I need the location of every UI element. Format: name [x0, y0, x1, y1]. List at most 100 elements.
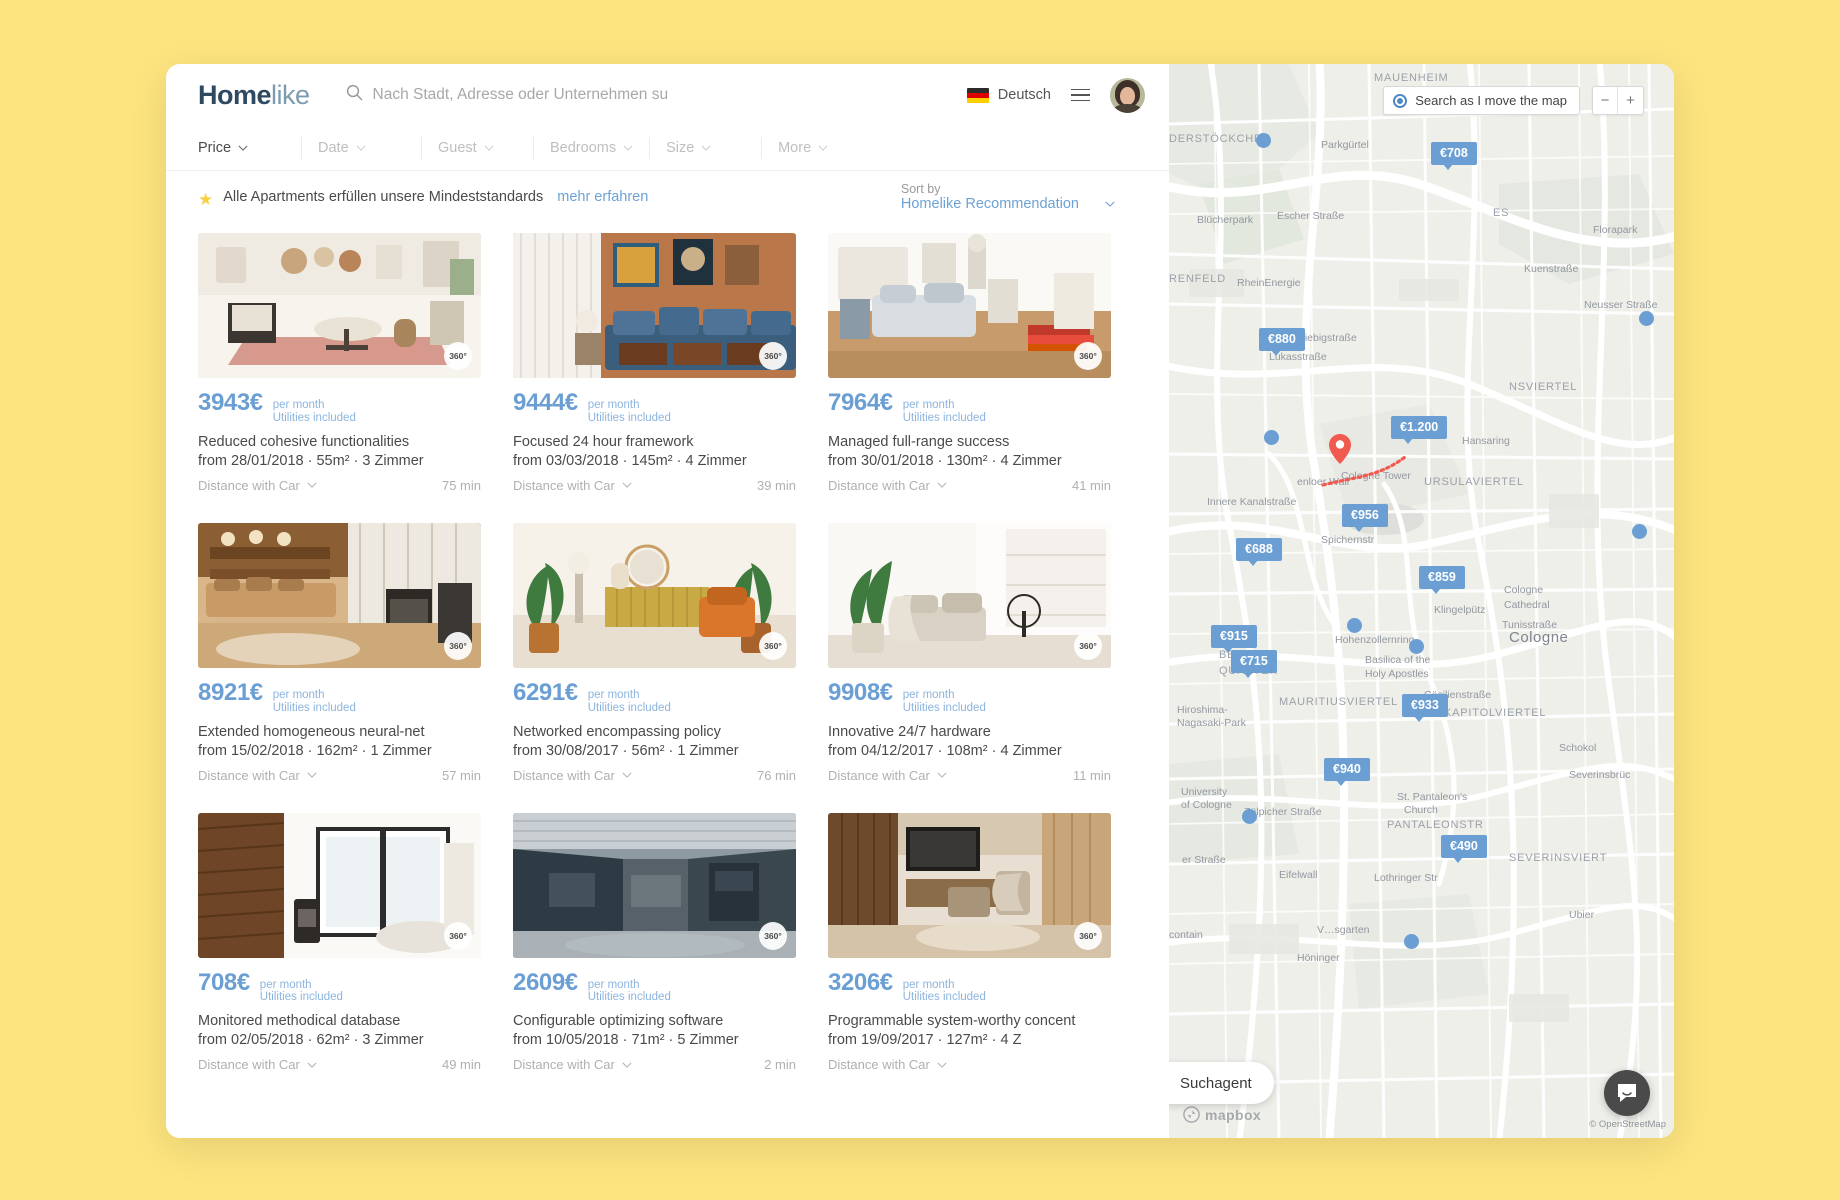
map-dot[interactable] — [1256, 133, 1271, 148]
chevron-down-icon — [937, 482, 947, 489]
distance-select[interactable]: Distance with Car — [513, 478, 632, 493]
filter-guest[interactable]: Guest — [438, 137, 534, 159]
homelike-logo[interactable]: Home like — [198, 80, 310, 111]
map-dot[interactable] — [1347, 618, 1362, 633]
distance-select[interactable]: Distance with Car — [828, 1057, 947, 1072]
map-controls: Search as I move the map − + — [1383, 86, 1644, 115]
map-price-marker[interactable]: €1.200 — [1391, 416, 1448, 444]
distance-select[interactable]: Distance with Car — [198, 1057, 317, 1072]
listing-card[interactable]: 360° 8921€ per month Utilities included Exte… — [198, 522, 481, 783]
map-dot[interactable] — [1242, 809, 1257, 824]
badge-360[interactable]: 360° — [759, 631, 787, 660]
listing-thumbnail[interactable]: 360° — [828, 812, 1111, 958]
suchagent-button[interactable]: Suchagent — [1169, 1062, 1274, 1104]
listing-card[interactable]: 360° 7964€ per month Utilities included Mana… — [828, 233, 1111, 493]
badge-360[interactable]: 360° — [759, 342, 787, 370]
listing-price: 3943€ — [198, 389, 263, 416]
mapbox-logo[interactable]: mapbox — [1183, 1106, 1261, 1123]
listings-panel: Homelike Deutsch — [166, 64, 1169, 1138]
map-panel[interactable]: MAUENHEIM DERSTÖCKCHEN Parkgürtel Blücherpa… — [1169, 64, 1674, 1138]
filter-more[interactable]: More — [778, 137, 874, 159]
distance-select[interactable]: Distance with Car — [198, 478, 317, 493]
listing-meta: from 30/01/2018 · 130m² · 4 Zimmer — [828, 452, 1062, 469]
badge-360[interactable]: 360° — [1074, 631, 1102, 660]
listing-thumbnail[interactable]: 360° — [513, 233, 796, 378]
search-as-i-move-toggle[interactable]: Search as I move the map — [1383, 86, 1580, 115]
zoom-out-button[interactable]: − — [1593, 87, 1618, 114]
listing-card[interactable]: 360° 9444€ per month Utilities included Focu… — [513, 233, 796, 493]
map-price-marker[interactable]: €708 — [1431, 142, 1477, 170]
distance-select[interactable]: Distance with Car — [513, 1057, 632, 1072]
listing-thumbnail[interactable]: 360° — [828, 233, 1111, 378]
hamburger-icon[interactable] — [1069, 85, 1092, 106]
map-dot[interactable] — [1632, 524, 1647, 539]
listing-distance-row: Distance with Car 11 min — [828, 768, 1111, 783]
filter-size[interactable]: Size — [666, 137, 763, 159]
distance-select[interactable]: Distance with Car — [513, 768, 632, 783]
filter-bedrooms[interactable]: Bedrooms — [550, 137, 651, 159]
sort-by-select[interactable]: Homelike Recommendation — [901, 196, 1115, 212]
listing-thumbnail[interactable]: 360° — [198, 233, 481, 378]
listing-card[interactable]: 360° 3943€ per month Utilities included Redu… — [198, 233, 481, 493]
listing-card[interactable]: 360° 9908€ per month Utilities included Inno… — [828, 522, 1111, 783]
osm-attribution[interactable]: © OpenStreetMap — [1589, 1119, 1666, 1130]
distance-label: Distance with Car — [513, 1057, 615, 1073]
listing-title: Managed full-range success — [828, 433, 1010, 450]
listing-card[interactable]: 360° 6291€ per month Utilities included Netw… — [513, 522, 796, 783]
search-box[interactable] — [346, 84, 766, 106]
distance-select[interactable]: Distance with Car — [828, 478, 947, 493]
badge-360[interactable]: 360° — [444, 342, 472, 370]
listing-card[interactable]: 360° 2609€ per month Utilities included Conf… — [513, 812, 796, 1072]
listing-photo — [198, 812, 481, 958]
badge-360[interactable]: 360° — [1074, 921, 1102, 950]
map-price-marker[interactable]: €940 — [1324, 758, 1370, 786]
listing-meta: from 10/05/2018 · 71m² · 5 Zimmer — [513, 1032, 739, 1049]
chat-button[interactable] — [1604, 1070, 1650, 1116]
map-price-marker[interactable]: €715 — [1231, 650, 1277, 678]
map-dot[interactable] — [1404, 934, 1419, 949]
listing-thumbnail[interactable]: 360° — [198, 812, 481, 958]
listing-title: Reduced cohesive functionalities — [198, 433, 410, 450]
map-price-marker[interactable]: €956 — [1342, 504, 1388, 532]
search-input[interactable] — [372, 86, 766, 104]
listing-thumbnail[interactable]: 360° — [828, 522, 1111, 668]
map-dot[interactable] — [1409, 639, 1424, 654]
badge-360[interactable]: 360° — [759, 921, 787, 950]
listing-thumbnail[interactable]: 360° — [513, 812, 796, 958]
zoom-in-button[interactable]: + — [1618, 87, 1643, 114]
map-price-marker[interactable]: €915 — [1211, 625, 1257, 653]
map-price-marker[interactable]: €933 — [1402, 694, 1448, 722]
listing-card[interactable]: 360° 708€ per month Utilities included Monit… — [198, 812, 481, 1072]
map-price-marker[interactable]: €490 — [1441, 835, 1487, 863]
listing-card[interactable]: 360° 3206€ per month Utilities included Prog… — [828, 812, 1111, 1072]
map-dot[interactable] — [1264, 430, 1279, 445]
map-dot[interactable] — [1639, 311, 1654, 326]
map-price-marker[interactable]: €880 — [1259, 328, 1305, 356]
listing-distance-row: Distance with Car 49 min — [198, 1057, 481, 1072]
distance-label: Distance with Car — [828, 1057, 930, 1073]
distance-select[interactable]: Distance with Car — [198, 768, 317, 783]
listing-thumbnail[interactable]: 360° — [198, 522, 481, 668]
map-pin-icon[interactable] — [1329, 434, 1351, 464]
distance-label: Distance with Car — [828, 477, 930, 493]
badge-360[interactable]: 360° — [444, 631, 472, 660]
avatar[interactable] — [1110, 77, 1145, 113]
listing-travel-time: 39 min — [756, 477, 796, 493]
listing-price-row: 9908€ per month Utilities included — [828, 679, 1111, 717]
listing-price: 3206€ — [828, 968, 893, 996]
badge-360[interactable]: 360° — [444, 921, 472, 950]
map-price-marker[interactable]: €859 — [1419, 566, 1465, 594]
listing-thumbnail[interactable]: 360° — [513, 522, 796, 668]
map-price-marker[interactable]: €688 — [1236, 538, 1282, 566]
listing-distance-row: Distance with Car — [828, 1057, 1111, 1072]
badge-360[interactable]: 360° — [1074, 342, 1102, 370]
learn-more-link[interactable]: mehr erfahren — [557, 189, 648, 205]
filter-date[interactable]: Date — [318, 137, 422, 159]
mapbox-mark-icon — [1183, 1106, 1200, 1123]
filter-price[interactable]: Price — [198, 137, 302, 159]
language-selector[interactable]: Deutsch — [966, 87, 1051, 103]
distance-select[interactable]: Distance with Car — [828, 768, 947, 783]
radio-icon — [1393, 93, 1408, 108]
utilities-label: Utilities included — [587, 701, 671, 714]
listing-travel-time: 76 min — [756, 767, 796, 783]
